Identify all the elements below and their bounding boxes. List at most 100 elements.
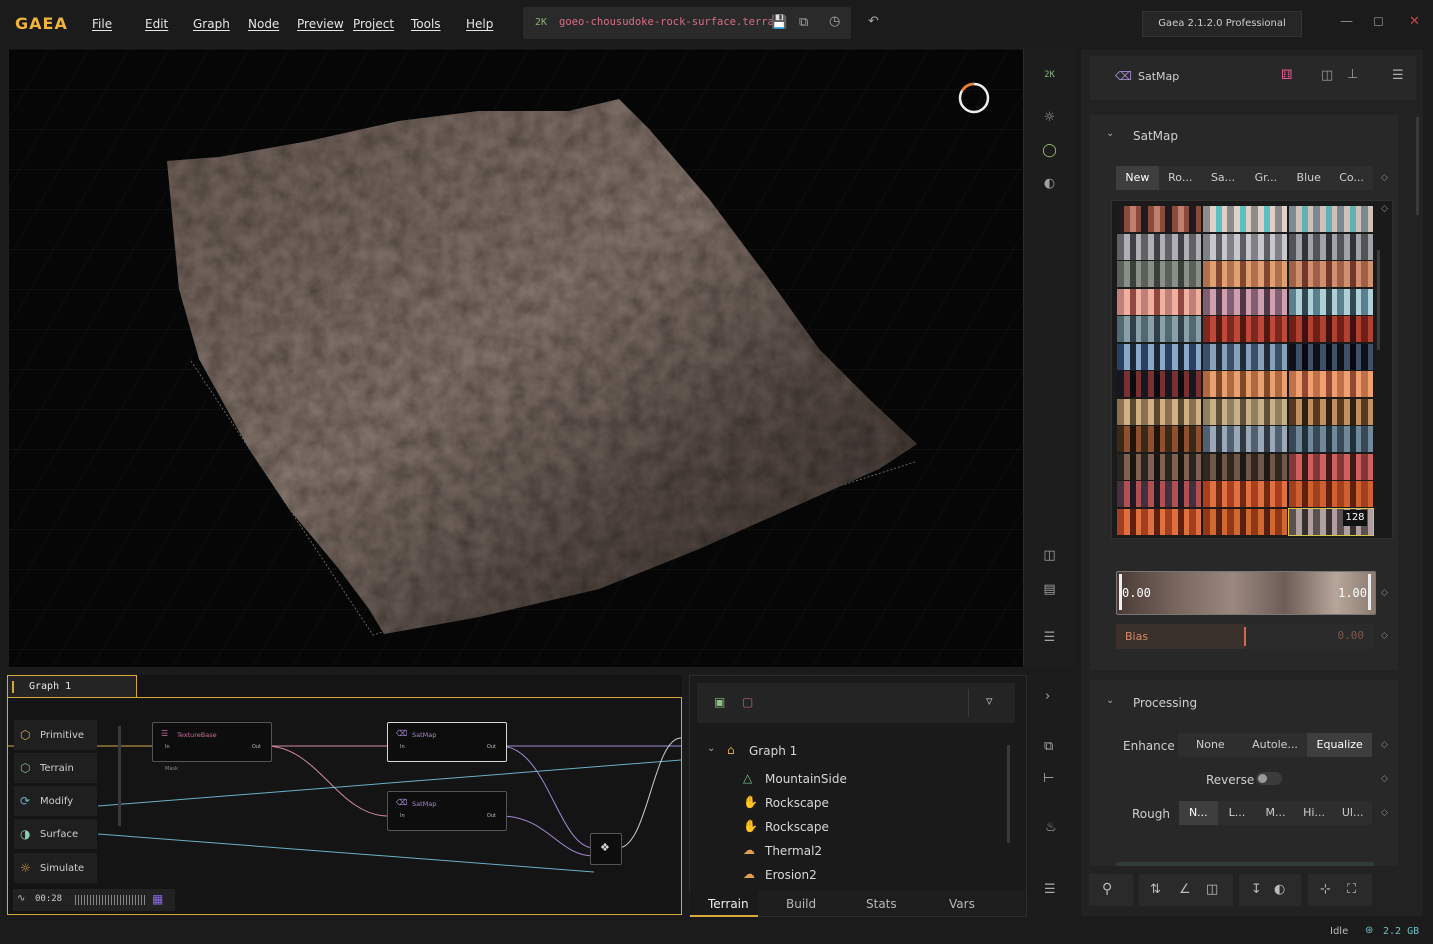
enhance-none[interactable]: None xyxy=(1178,733,1243,757)
grid-icon[interactable]: ▦ xyxy=(152,892,163,906)
node-output-port[interactable]: Out xyxy=(487,744,496,750)
focus-icon[interactable]: ▣ xyxy=(714,695,725,709)
node-output-port[interactable]: Out xyxy=(252,744,261,750)
close-icon[interactable]: ✕ xyxy=(1409,14,1420,29)
hierarchy-icon[interactable]: ⊢ xyxy=(1043,771,1054,786)
rough-none[interactable]: N... xyxy=(1179,801,1218,825)
3d-viewport[interactable] xyxy=(8,48,1024,668)
compare-icon[interactable]: ◫ xyxy=(1206,882,1218,897)
satmap-swatch[interactable] xyxy=(1203,398,1287,425)
fullscreen-icon[interactable]: ⛶ xyxy=(1347,882,1356,897)
duplicate-icon[interactable]: ⧉ xyxy=(799,15,808,30)
angle-icon[interactable]: ∠ xyxy=(1179,882,1191,897)
category-modify[interactable]: ⟳ Modify xyxy=(14,786,97,816)
satmap-swatch[interactable] xyxy=(1203,343,1287,370)
swatch-pin-icon[interactable]: ◇ xyxy=(1381,204,1388,214)
satmap-swatch[interactable] xyxy=(1117,316,1201,342)
menu-file[interactable]: File xyxy=(92,17,112,31)
satmap-swatch[interactable] xyxy=(1203,426,1287,452)
satmap-swatch[interactable] xyxy=(1117,398,1201,425)
satmap-swatch[interactable] xyxy=(1117,371,1201,397)
sun-icon[interactable]: ☼ xyxy=(1024,110,1075,125)
rough-low[interactable]: L... xyxy=(1218,801,1257,825)
range-pin-icon[interactable]: ◇ xyxy=(1381,588,1388,598)
collapse-icon[interactable]: ⊹ xyxy=(1320,882,1331,897)
range-max-value[interactable]: 1.00 xyxy=(1338,586,1367,600)
satmap-swatch[interactable] xyxy=(1117,481,1201,507)
graph-tab[interactable]: Graph 1 xyxy=(7,675,137,698)
tree-item-erosion2[interactable]: Erosion2 xyxy=(765,868,817,882)
category-scrollbar[interactable] xyxy=(118,726,121,826)
satmap-swatch[interactable] xyxy=(1117,288,1201,315)
menu-edit[interactable]: Edit xyxy=(145,17,168,31)
bias-value[interactable]: 0.00 xyxy=(1338,629,1365,642)
menu-node[interactable]: Node xyxy=(248,17,279,31)
satmap-swatch[interactable] xyxy=(1289,233,1373,260)
node-texturebase[interactable]: ☰ TextureBase In Out Mask xyxy=(152,722,272,772)
minimize-icon[interactable]: — xyxy=(1340,14,1353,29)
chevron-right-icon[interactable]: › xyxy=(1045,689,1050,704)
maximize-icon[interactable]: ◻ xyxy=(1373,14,1384,29)
satmap-swatch[interactable] xyxy=(1203,481,1287,507)
satmap-swatch[interactable] xyxy=(1203,206,1287,232)
tab-terrain[interactable]: Terrain xyxy=(708,897,749,911)
bias-slider[interactable]: Bias 0.00 xyxy=(1116,624,1374,649)
history-icon[interactable]: ◷ xyxy=(829,14,840,29)
node-output-port[interactable]: Out xyxy=(487,813,496,819)
menu-graph[interactable]: Graph xyxy=(193,17,230,31)
bias-pin-icon[interactable]: ◇ xyxy=(1381,631,1388,641)
chevron-down-icon[interactable]: ⌄ xyxy=(1106,128,1114,139)
tab-sand[interactable]: Sa... xyxy=(1202,166,1245,190)
tab-new[interactable]: New xyxy=(1116,166,1159,190)
file-name[interactable]: goeo-chousudoke-rock-surface.terrain xyxy=(559,16,787,28)
node-search-icon[interactable]: ⚲ xyxy=(1102,881,1112,897)
tree-scrollbar[interactable] xyxy=(1007,745,1010,843)
enhance-pin-icon[interactable]: ◇ xyxy=(1381,740,1388,750)
satmap-swatch[interactable] xyxy=(1289,453,1373,480)
satmap-swatch[interactable] xyxy=(1203,288,1287,315)
tree-root[interactable]: Graph 1 xyxy=(749,744,797,758)
axes-icon[interactable]: ⊥ xyxy=(1347,67,1358,82)
tree-menu-icon[interactable]: ☰ xyxy=(1044,882,1056,897)
node-input-port[interactable]: In xyxy=(400,744,405,750)
satmap-swatch[interactable] xyxy=(1289,288,1373,315)
tab-rock[interactable]: Ro... xyxy=(1159,166,1202,190)
satmap-swatch[interactable] xyxy=(1289,371,1373,397)
tab-blue[interactable]: Blue xyxy=(1287,166,1330,190)
inspector-menu-icon[interactable]: ☰ xyxy=(1392,68,1404,83)
tree-item-rockscape-1[interactable]: Rockscape xyxy=(765,796,829,810)
drop-icon[interactable]: ↧ xyxy=(1251,882,1262,897)
satmap-swatch[interactable] xyxy=(1203,316,1287,342)
sphere-icon[interactable]: ◯ xyxy=(1024,143,1075,158)
reverse-pin-icon[interactable]: ◇ xyxy=(1381,774,1388,784)
color-range-slider[interactable]: 0.00 1.00 xyxy=(1116,571,1376,615)
satmap-swatch[interactable] xyxy=(1117,343,1201,370)
node-mask-port[interactable]: Mask xyxy=(165,766,178,772)
menu-help[interactable]: Help xyxy=(466,17,493,31)
tab-build[interactable]: Build xyxy=(786,897,816,911)
save-icon[interactable]: 💾 xyxy=(771,15,787,30)
satmap-swatch[interactable] xyxy=(1289,343,1373,370)
hidden-slider[interactable] xyxy=(1116,862,1374,866)
viewport-menu-icon[interactable]: ☰ xyxy=(1024,630,1075,645)
panel-layout-icon[interactable]: ◫ xyxy=(1321,68,1333,83)
graph-canvas[interactable] xyxy=(7,697,682,915)
satmap-swatch[interactable] xyxy=(1289,206,1373,232)
viewport-resolution-badge[interactable]: 2K xyxy=(1024,70,1075,80)
satmap-swatch[interactable] xyxy=(1117,426,1201,452)
node-satmap-2[interactable]: ⌫ SatMap In Out xyxy=(387,791,507,831)
satmap-swatch[interactable] xyxy=(1289,316,1373,342)
tab-color[interactable]: Co... xyxy=(1330,166,1373,190)
satmap-swatch[interactable] xyxy=(1289,481,1373,507)
node-input-port[interactable]: In xyxy=(400,813,405,819)
frame-icon[interactable]: ▢ xyxy=(742,695,753,709)
category-simulate[interactable]: ☼ Simulate xyxy=(14,853,97,883)
satmap-swatch[interactable] xyxy=(1289,398,1373,425)
contrast-icon[interactable]: ◐ xyxy=(1024,176,1075,191)
tab-vars[interactable]: Vars xyxy=(949,897,975,911)
satmap-swatch[interactable] xyxy=(1289,261,1373,287)
tree-item-thermal2[interactable]: Thermal2 xyxy=(765,844,822,858)
random-dice-icon[interactable]: ⚅ xyxy=(1281,68,1292,83)
satmap-swatch[interactable] xyxy=(1117,508,1201,535)
satmap-swatch[interactable] xyxy=(1117,261,1201,287)
